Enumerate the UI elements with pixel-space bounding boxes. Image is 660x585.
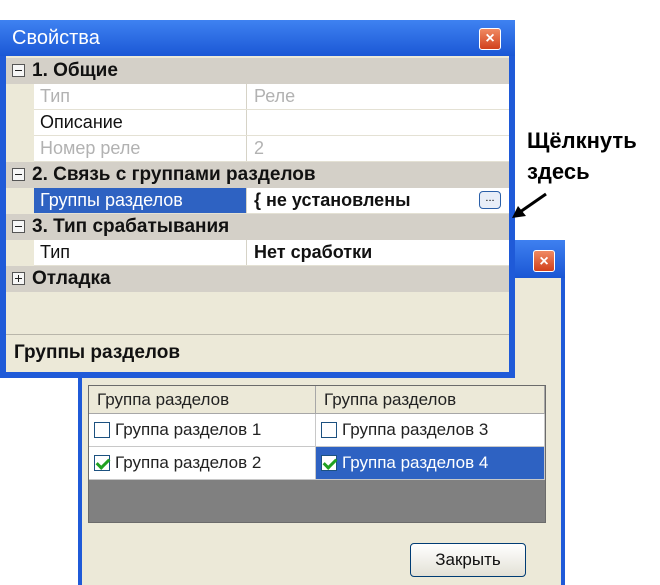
category-trigger-type-label: 3. Тип срабатывания [32,216,230,237]
properties-window: Свойства × 1. Общие Тип Реле Описание Но… [0,20,515,378]
close-button[interactable]: Закрыть [410,543,526,577]
property-name: Тип [34,240,247,265]
group-item-2-label: Группа разделов 2 [115,453,262,472]
group-item-3-checkbox[interactable] [321,422,337,438]
property-value: { не установлены [254,190,411,210]
property-value: Реле [254,86,296,106]
group-item-4[interactable]: Группа разделов 4 [316,447,545,480]
group-item-1-checkbox[interactable] [94,422,110,438]
collapse-icon[interactable] [12,220,25,233]
category-trigger-type[interactable]: 3. Тип срабатывания [6,214,509,240]
group-item-2[interactable]: Группа разделов 2 [89,447,316,480]
callout-text: Щёлкнуть здесь [527,125,637,187]
properties-title: Свойства [12,27,100,49]
category-group-link-label: 2. Связь с группами разделов [32,164,316,185]
property-name: Номер реле [34,136,247,161]
property-value[interactable] [248,110,509,137]
category-debug[interactable]: Отладка [6,266,509,292]
description-panel: Группы разделов [6,334,509,372]
property-name: Описание [34,110,247,135]
callout-line-2: здесь [527,159,590,184]
property-grid: 1. Общие Тип Реле Описание Номер реле 2 … [6,56,509,372]
property-row-type[interactable]: Тип Реле [34,84,509,110]
property-row-trigger-type[interactable]: Тип Нет сработки [34,240,509,266]
group-item-2-checkbox[interactable] [94,455,110,471]
callout-line-1: Щёлкнуть [527,128,637,153]
group-item-4-checkbox[interactable] [321,455,337,471]
category-general-label: 1. Общие [32,60,118,81]
group-item-3[interactable]: Группа разделов 3 [316,414,545,447]
category-debug-label: Отладка [32,268,111,289]
expand-icon[interactable] [12,272,25,285]
property-value: 2 [254,138,265,158]
properties-close-icon[interactable]: × [479,28,501,50]
group-item-1-label: Группа разделов 1 [115,420,262,439]
property-name: Группы разделов [34,188,247,213]
property-value[interactable]: Нет сработки [248,240,509,267]
pointer-arrow-icon [512,192,547,218]
property-row-relay-number[interactable]: Номер реле 2 [34,136,509,162]
category-group-link[interactable]: 2. Связь с группами разделов [6,162,509,188]
property-row-section-groups[interactable]: Группы разделов { не установлены ... [34,188,509,214]
group-item-4-label: Группа разделов 4 [342,453,489,472]
properties-titlebar[interactable]: Свойства × [0,20,515,56]
group-item-1[interactable]: Группа разделов 1 [89,414,316,447]
collapse-icon[interactable] [12,168,25,181]
ellipsis-button[interactable]: ... [479,191,501,209]
property-row-description[interactable]: Описание [34,110,509,136]
category-general[interactable]: 1. Общие [6,58,509,84]
collapse-icon[interactable] [12,64,25,77]
group-item-3-label: Группа разделов 3 [342,420,489,439]
groups-dialog-close-icon[interactable]: × [533,250,555,272]
property-name: Тип [34,84,247,109]
grid-header-col-2[interactable]: Группа разделов [316,386,545,414]
groups-grid: Группа разделов Группа разделов Группа р… [88,385,546,523]
grid-header-col-1[interactable]: Группа разделов [89,386,316,414]
